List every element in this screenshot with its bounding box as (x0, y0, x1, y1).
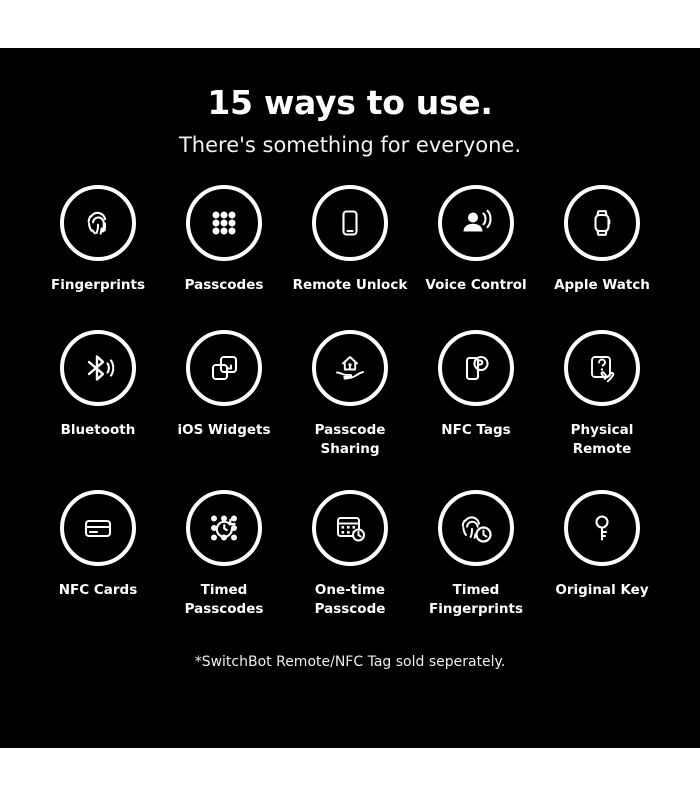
bluetooth-icon (60, 330, 136, 407)
voice-person-icon (438, 185, 514, 262)
feature-label: Remote Unlock (292, 277, 408, 294)
fingerprint-icon (60, 185, 136, 262)
feature-grid: Fingerprints Passcodes Remote Unlock Voi… (0, 185, 700, 640)
feature-item-nfc-cards: NFC Cards (35, 490, 161, 640)
keypad-dots-icon (186, 185, 262, 262)
feature-label: Passcodes (184, 277, 264, 294)
remote-press-icon (564, 330, 640, 407)
feature-label: Physical Remote (570, 422, 634, 457)
timed-passcode-icon (186, 490, 262, 567)
feature-item-apple-watch: Apple Watch (539, 185, 665, 330)
feature-label: Timed Passcodes (184, 582, 264, 617)
feature-row: NFC Cards Timed Passcodes One-time Passc… (0, 490, 700, 640)
page-subtitle: There's something for everyone. (178, 133, 522, 158)
feature-item-bluetooth: Bluetooth (35, 330, 161, 490)
keypad-clock-icon (312, 490, 388, 567)
feature-item-timed-passcodes: Timed Passcodes (161, 490, 287, 640)
widgets-icon (186, 330, 262, 407)
feature-item-physical-remote: Physical Remote (539, 330, 665, 490)
fingerprint-clock-icon (438, 490, 514, 567)
feature-label: iOS Widgets (177, 422, 271, 439)
feature-item-original-key: Original Key (539, 490, 665, 640)
feature-item-fingerprints: Fingerprints (35, 185, 161, 330)
feature-item-passcode-sharing: Passcode Sharing (287, 330, 413, 490)
feature-row: Bluetooth iOS Widgets Passcode Sharing N… (0, 330, 700, 490)
smartphone-icon (312, 185, 388, 262)
apple-watch-icon (564, 185, 640, 262)
footnote: *SwitchBot Remote/NFC Tag sold seperatel… (194, 654, 506, 671)
feature-item-voice-control: Voice Control (413, 185, 539, 330)
feature-label: One-time Passcode (314, 582, 386, 617)
feature-label: Bluetooth (60, 422, 136, 439)
nfc-tag-phone-icon (438, 330, 514, 407)
feature-label: Passcode Sharing (314, 422, 386, 457)
feature-row: Fingerprints Passcodes Remote Unlock Voi… (0, 185, 700, 330)
feature-item-timed-fingerprints: Timed Fingerprints (413, 490, 539, 640)
feature-label: NFC Cards (58, 582, 138, 599)
feature-label: Original Key (555, 582, 649, 599)
feature-label: Voice Control (425, 277, 527, 294)
card-icon (60, 490, 136, 567)
feature-label: NFC Tags (441, 422, 511, 439)
feature-label: Apple Watch (554, 277, 650, 294)
feature-item-one-time-passcode: One-time Passcode (287, 490, 413, 640)
feature-item-remote-unlock: Remote Unlock (287, 185, 413, 330)
feature-item-passcodes: Passcodes (161, 185, 287, 330)
house-on-hand-icon (312, 330, 388, 407)
feature-item-ios-widgets: iOS Widgets (161, 330, 287, 490)
feature-label: Fingerprints (51, 277, 145, 294)
page-title: 15 ways to use. (207, 83, 493, 122)
feature-item-nfc-tags: NFC Tags (413, 330, 539, 490)
feature-label: Timed Fingerprints (429, 582, 523, 617)
key-icon (564, 490, 640, 567)
heading-block: 15 ways to use. There's something for ev… (0, 48, 700, 157)
poster-panel: 15 ways to use. There's something for ev… (0, 48, 700, 748)
